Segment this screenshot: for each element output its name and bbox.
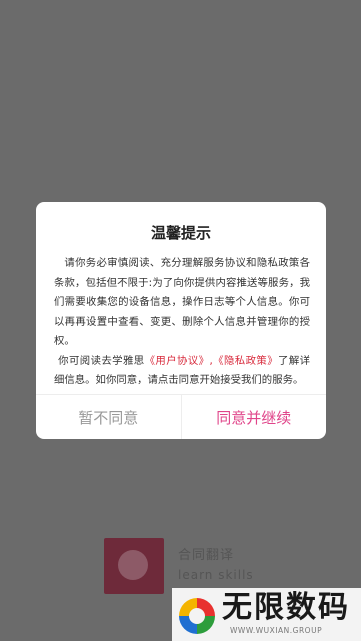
user-agreement-link[interactable]: 《用户协议》	[145, 355, 210, 367]
dialog-paragraph-terms: 请你务必审慎阅读、充分理解服务协议和隐私政策各条款，包括但不限于:为了向你提供内…	[54, 257, 310, 347]
links-prefix-text: 你可阅读去学雅思	[58, 354, 145, 367]
dialog-title: 温馨提示	[150, 224, 211, 242]
background-brand: 合同翻译 learn skills	[104, 536, 274, 596]
watermark: 无限数码 WWW.WUXIAN.GROUP	[172, 588, 361, 641]
brand-subtitle: learn skills	[178, 568, 254, 582]
disagree-button[interactable]: 暂不同意	[36, 395, 182, 439]
privacy-consent-dialog: 温馨提示 请你务必审慎阅读、充分理解服务协议和隐私政策各条款，包括但不限于:为了…	[36, 202, 326, 439]
app-logo	[104, 538, 164, 594]
watermark-url: WWW.WUXIAN.GROUP	[230, 626, 323, 635]
app-logo-mark-icon	[118, 550, 148, 580]
dialog-paragraph-links: 你可阅读去学雅思《用户协议》,《隐私政策》了解详细信息。如你同意，请点击同意开始…	[54, 352, 310, 391]
dialog-body: 请你务必审慎阅读、充分理解服务协议和隐私政策各条款，包括但不限于:为了向你提供内…	[54, 254, 310, 391]
privacy-policy-link[interactable]: 《隐私政策》	[213, 355, 278, 367]
agree-continue-button[interactable]: 同意并继续	[182, 395, 327, 439]
watermark-text: 无限数码	[222, 590, 350, 625]
dialog-button-row: 暂不同意 同意并继续	[36, 394, 326, 439]
brand-name: 合同翻译	[178, 548, 235, 563]
watermark-logo-icon	[179, 598, 215, 634]
